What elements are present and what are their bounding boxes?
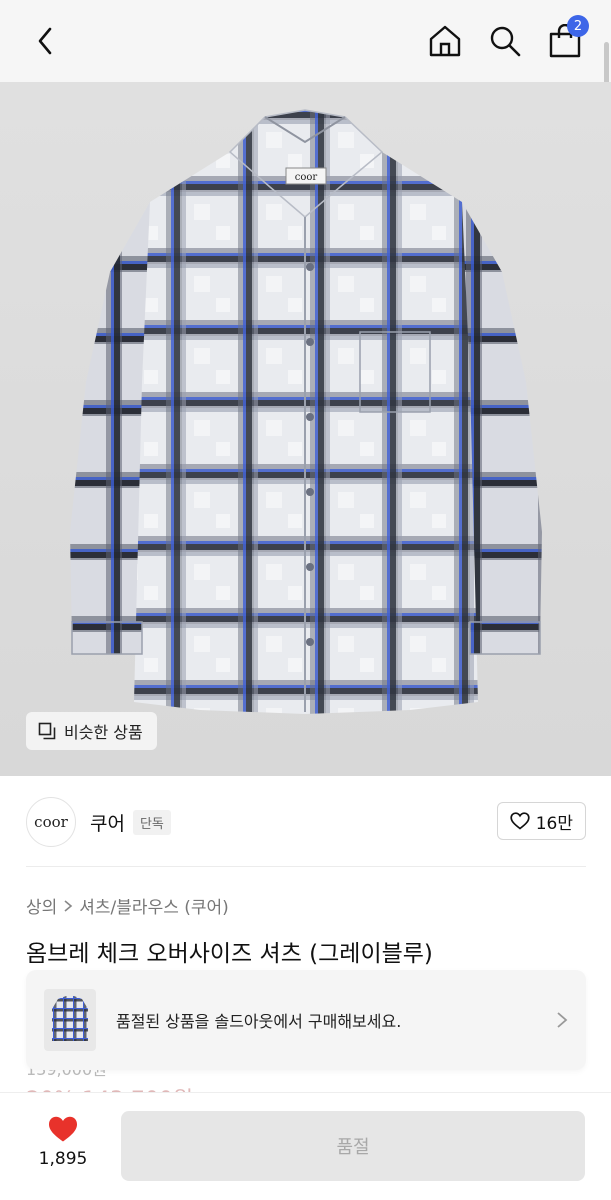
soldout-thumbnail — [44, 989, 96, 1051]
shirt-thumbnail-image — [52, 996, 88, 1041]
search-button[interactable] — [487, 23, 523, 59]
cart-button[interactable]: 2 — [547, 15, 589, 59]
breadcrumb-subcategory[interactable]: 셔츠/블라우스 (쿠어) — [79, 893, 229, 918]
product-image[interactable]: coor 비슷한 상품 — [0, 82, 611, 776]
home-button[interactable] — [427, 23, 463, 59]
search-icon — [490, 26, 521, 57]
soldout-notice-card[interactable]: 품절된 상품을 솔드아웃에서 구매해보세요. — [26, 970, 586, 1070]
plaid-shirt-image: coor — [70, 109, 542, 714]
copy-icon — [38, 722, 56, 740]
brand-row: coor 쿠어 단독 16만 — [26, 794, 586, 850]
brand-logo-text: coor — [34, 813, 68, 831]
chevron-right-icon — [64, 899, 73, 912]
shirt-label: coor — [295, 172, 318, 183]
bottom-action-bar: 1,895 품절 — [0, 1092, 611, 1200]
exclusive-badge: 단독 — [132, 809, 171, 835]
heart-filled-icon — [49, 1116, 77, 1142]
back-button[interactable] — [28, 23, 64, 59]
top-nav-bar: 2 — [0, 0, 611, 82]
brand-logo[interactable]: coor — [26, 797, 76, 847]
brand-like-count: 16만 — [535, 813, 573, 834]
divider — [26, 866, 586, 867]
brand-like-button[interactable]: 16만 — [496, 802, 586, 840]
soldout-buy-button[interactable]: 품절 — [121, 1111, 585, 1181]
cart-count-badge: 2 — [567, 15, 589, 37]
wishlist-count: 1,895 — [38, 1149, 88, 1169]
wishlist-button[interactable]: 1,895 — [26, 1115, 100, 1169]
brand-name[interactable]: 쿠어 — [90, 809, 125, 836]
home-icon — [429, 25, 461, 57]
similar-products-button[interactable]: 비슷한 상품 — [26, 712, 157, 750]
similar-products-label: 비슷한 상품 — [64, 723, 143, 742]
soldout-notice-text: 품절된 상품을 솔드아웃에서 구매해보세요. — [116, 1012, 402, 1031]
heart-outline-icon — [510, 812, 530, 830]
breadcrumb-category[interactable]: 상의 — [26, 893, 57, 918]
product-title: 옴브레 체크 오버사이즈 셔츠 (그레이블루) — [26, 941, 433, 967]
chevron-right-icon — [557, 1012, 568, 1028]
buy-button-label: 품절 — [336, 1137, 370, 1158]
chevron-left-icon — [38, 27, 52, 55]
breadcrumb: 상의 셔츠/블라우스 (쿠어) — [26, 893, 229, 918]
